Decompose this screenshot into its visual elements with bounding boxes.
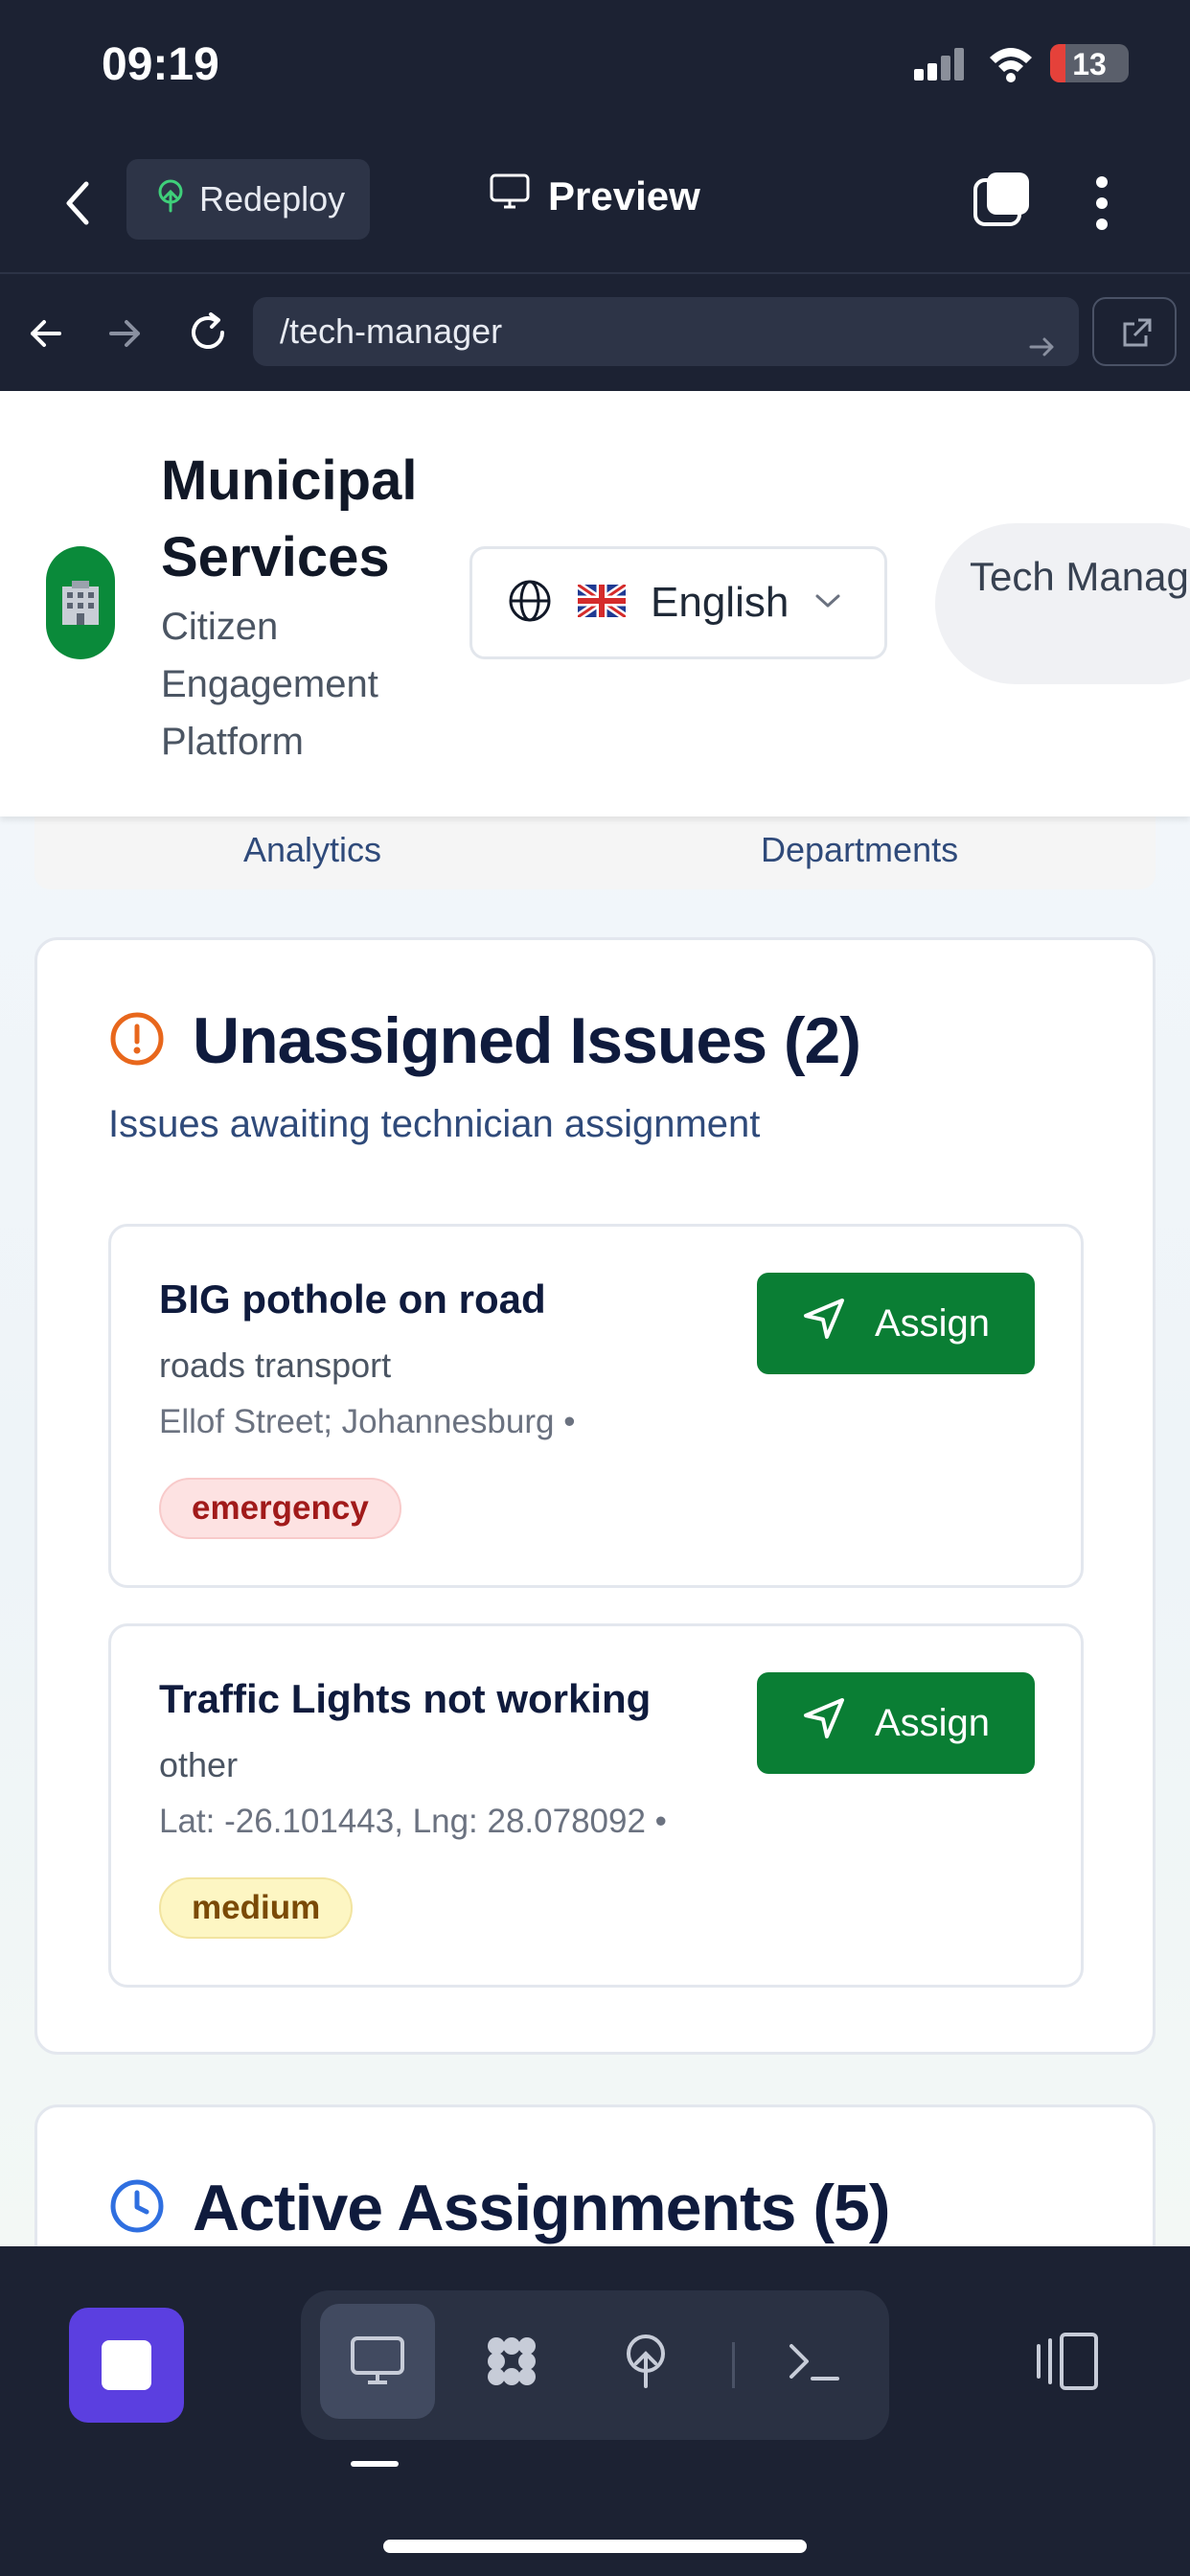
battery-level: 13 xyxy=(1072,47,1107,81)
role-badge: Tech Manager xyxy=(935,523,1190,684)
unassigned-header: Unassigned Issues (2) xyxy=(108,1003,861,1078)
active-assignments-card: Active Assignments (5) xyxy=(34,2104,1156,2246)
redeploy-button[interactable]: Redeploy xyxy=(126,159,370,240)
arrow-right-icon[interactable] xyxy=(105,314,144,353)
go-arrow-icon[interactable] xyxy=(1027,316,1058,356)
url-text: /tech-manager xyxy=(280,311,503,351)
status-time: 09:19 xyxy=(102,39,219,90)
language-label: English xyxy=(651,579,790,626)
monitor-icon xyxy=(489,172,531,220)
bottom-toolbar xyxy=(0,2246,1190,2576)
active-title: Active Assignments (5) xyxy=(193,2172,890,2244)
municipal-building-icon xyxy=(46,546,115,659)
send-icon xyxy=(802,1297,846,1350)
active-header: Active Assignments (5) xyxy=(108,2171,890,2245)
globe-icon xyxy=(507,578,553,629)
chevron-down-icon xyxy=(813,591,842,615)
url-field[interactable]: /tech-manager xyxy=(253,297,1079,366)
app-bar: Redeploy Preview xyxy=(0,134,1190,274)
issue-location: Lat: -26.101443, Lng: 28.078092 • xyxy=(159,1803,667,1840)
language-select[interactable]: English xyxy=(469,546,887,659)
issue-title: Traffic Lights not working xyxy=(159,1676,652,1721)
clock-icon xyxy=(108,2177,166,2240)
unassigned-subtitle: Issues awaiting technician assignment xyxy=(108,1103,761,1145)
unassigned-issues-card: Unassigned Issues (2) Issues awaiting te… xyxy=(34,937,1156,2055)
issue-card[interactable]: BIG pothole on road roads transport Ello… xyxy=(108,1224,1084,1588)
tool-divider xyxy=(732,2342,735,2388)
issue-category: roads transport xyxy=(159,1346,392,1385)
priority-badge: emergency xyxy=(159,1478,401,1539)
battery-icon: 13 xyxy=(1050,44,1129,82)
nav-item-analytics[interactable]: Analytics xyxy=(243,830,381,870)
home-indicator xyxy=(383,2540,807,2553)
arrow-left-icon[interactable] xyxy=(27,314,65,353)
panel-toggle-icon[interactable] xyxy=(1029,2331,1100,2392)
preview-label: Preview xyxy=(548,173,700,218)
assign-button[interactable]: Assign xyxy=(757,1273,1035,1374)
preview-monitor-icon[interactable] xyxy=(320,2304,435,2419)
nav-item-departments[interactable]: Departments xyxy=(761,830,958,870)
web-content: Municipal Services Citizen Engagement Pl… xyxy=(0,391,1190,2246)
wifi-icon xyxy=(987,44,1035,82)
reload-icon[interactable] xyxy=(186,310,230,355)
assign-button[interactable]: Assign xyxy=(757,1672,1035,1774)
issue-title: BIG pothole on road xyxy=(159,1276,546,1322)
tool-group xyxy=(301,2290,889,2440)
priority-badge: medium xyxy=(159,1877,354,1939)
stop-icon xyxy=(102,2340,151,2390)
issue-location: Ellof Street; Johannesburg • xyxy=(159,1403,576,1440)
terminal-icon[interactable] xyxy=(757,2304,872,2419)
external-link-button[interactable] xyxy=(1092,297,1177,366)
status-bar: 09:19 13 xyxy=(0,0,1190,134)
site-subtitle: Citizen Engagement Platform xyxy=(161,606,378,763)
external-link-icon xyxy=(1123,318,1152,347)
signal-icon xyxy=(914,46,966,80)
uk-flag-icon xyxy=(575,581,629,622)
alert-circle-icon xyxy=(108,1010,166,1072)
redeploy-label: Redeploy xyxy=(199,179,346,218)
site-title: Municipal Services xyxy=(161,449,418,588)
deploy-icon[interactable] xyxy=(588,2304,703,2419)
url-bar: /tech-manager xyxy=(0,274,1190,391)
send-icon xyxy=(802,1696,846,1750)
active-tool-indicator xyxy=(351,2461,399,2467)
assign-label: Assign xyxy=(874,1701,991,1744)
issue-card[interactable]: Traffic Lights not working other Lat: -2… xyxy=(108,1623,1084,1988)
issue-category: other xyxy=(159,1745,239,1784)
workflow-icon[interactable] xyxy=(454,2304,569,2419)
more-vertical-icon[interactable] xyxy=(1092,172,1115,234)
site-header: Municipal Services Citizen Engagement Pl… xyxy=(0,391,1190,816)
stop-button[interactable] xyxy=(69,2308,184,2423)
tabs-icon[interactable] xyxy=(972,169,1033,230)
preview-title: Preview xyxy=(489,172,700,220)
unassigned-title: Unassigned Issues (2) xyxy=(193,1004,861,1077)
back-chevron-icon[interactable] xyxy=(56,176,103,230)
assign-label: Assign xyxy=(874,1301,991,1345)
redeploy-icon xyxy=(155,178,186,221)
